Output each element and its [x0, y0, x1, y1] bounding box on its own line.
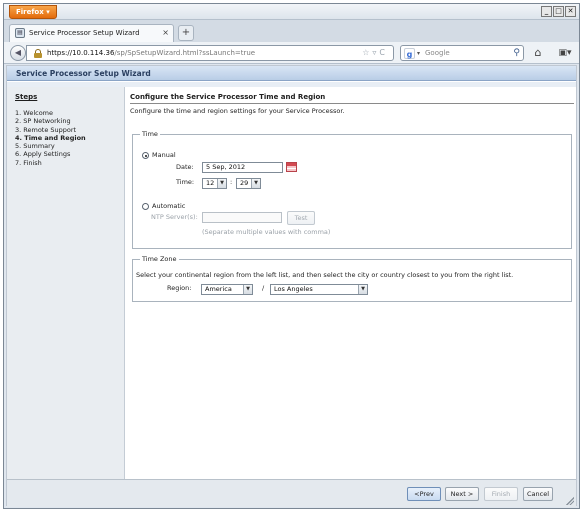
region-separator: /	[262, 284, 265, 292]
page-content: Service Processor Setup Wizard Steps 1. …	[6, 65, 577, 507]
reload-icon[interactable]: C	[379, 48, 388, 57]
google-icon[interactable]: g	[404, 48, 415, 59]
hour-select[interactable]: 12 ▼	[202, 178, 227, 189]
bookmark-star-icon[interactable]: ☆	[362, 48, 372, 57]
close-window-button[interactable]: ✕	[565, 6, 576, 17]
date-label: Date:	[176, 163, 194, 171]
chevron-down-icon: ▾	[46, 8, 50, 16]
url-text[interactable]: https://10.0.114.36/sp/SpSetupWizard.htm…	[47, 48, 255, 59]
region-label: Region:	[167, 284, 192, 292]
search-icon[interactable]: ⚲	[513, 47, 520, 59]
window-controls: _ □ ✕	[541, 6, 576, 17]
page-title: Configure the Service Processor Time and…	[130, 93, 326, 101]
region-value: America	[205, 285, 232, 293]
wizard-header: Service Processor Setup Wizard	[7, 66, 576, 81]
next-button[interactable]: Next >	[445, 487, 479, 501]
search-bar[interactable]: g ▾ Google ⚲	[400, 45, 524, 61]
automatic-label: Automatic	[152, 202, 186, 210]
tab-strip: ▤ Service Processor Setup Wizard × +	[4, 20, 579, 42]
back-button[interactable]: ◀	[10, 45, 26, 61]
date-field[interactable]: 5 Sep, 2012	[202, 162, 283, 173]
steps-sidebar: Steps 1. Welcome 2. SP Networking 3. Rem…	[7, 87, 125, 479]
region-select[interactable]: America ▼	[201, 284, 253, 295]
search-engine-dropdown-icon[interactable]: ▾	[417, 48, 420, 59]
hour-value: 12	[206, 179, 215, 187]
url-bar-icons: ☆▿C	[362, 47, 388, 59]
ntp-server-label: NTP Server(s):	[151, 213, 198, 221]
prev-button[interactable]: <Prev	[407, 487, 441, 501]
chevron-down-icon: ▼	[243, 285, 252, 294]
ntp-hint: (Separate multiple values with comma)	[202, 228, 331, 236]
manual-radio[interactable]	[142, 152, 149, 159]
resize-grip-icon[interactable]	[566, 497, 574, 505]
browser-window: Firefox ▾ _ □ ✕ ▤ Service Processor Setu…	[3, 3, 580, 509]
url-path: /sp/SpSetupWizard.html?ssLaunch=true	[114, 49, 256, 57]
minute-value: 29	[240, 179, 249, 187]
step-item-summary: 5. Summary	[15, 142, 55, 151]
wizard-title: Service Processor Setup Wizard	[16, 69, 151, 78]
minute-select[interactable]: 29 ▼	[236, 178, 261, 189]
wizard-footer: <Prev Next > Finish Cancel	[7, 479, 576, 507]
firefox-menu-button[interactable]: Firefox ▾	[9, 5, 57, 19]
automatic-radio[interactable]	[142, 203, 149, 210]
step-item-apply-settings: 6. Apply Settings	[15, 150, 71, 159]
test-button[interactable]: Test	[287, 211, 315, 225]
home-icon[interactable]: ⌂	[531, 46, 545, 60]
tab-close-icon[interactable]: ×	[162, 28, 169, 38]
minimize-button[interactable]: _	[541, 6, 552, 17]
time-zone-instruction: Select your continental region from the …	[136, 271, 514, 279]
time-fieldset: Time Manual Date: 5 Sep, 2012 Time: 12 ▼…	[132, 130, 572, 249]
search-input[interactable]: Google	[425, 48, 450, 59]
steps-list: 1. Welcome 2. SP Networking 3. Remote Su…	[15, 109, 86, 167]
time-separator: :	[230, 178, 233, 186]
time-legend: Time	[140, 130, 160, 139]
page-favicon-icon: ▤	[15, 28, 25, 38]
title-bar: Firefox ▾ _ □ ✕	[4, 4, 579, 20]
ntp-server-field[interactable]	[202, 212, 282, 223]
tab-title: Service Processor Setup Wizard	[29, 29, 140, 37]
step-item-welcome: 1. Welcome	[15, 109, 54, 117]
bookmarks-menu-icon[interactable]: ▣▾	[554, 46, 576, 60]
time-zone-legend: Time Zone	[140, 255, 179, 264]
chevron-down-icon: ▼	[251, 179, 260, 188]
time-label: Time:	[176, 178, 195, 186]
step-item-finish: 7. Finish	[15, 158, 42, 167]
steps-title: Steps	[15, 93, 38, 101]
navigation-bar: https://10.0.114.36/sp/SpSetupWizard.htm…	[4, 42, 579, 64]
cancel-button[interactable]: Cancel	[523, 487, 553, 501]
city-select[interactable]: Los Angeles ▼	[270, 284, 368, 295]
url-host: https://10.0.114.36	[47, 49, 115, 57]
chevron-down-icon: ▼	[358, 285, 367, 294]
step-item-remote-support: 3. Remote Support	[15, 125, 77, 134]
new-tab-button[interactable]: +	[178, 25, 194, 41]
city-value: Los Angeles	[274, 285, 313, 293]
chevron-down-icon: ▼	[217, 179, 226, 188]
step-item-sp-networking: 2. SP Networking	[15, 117, 71, 126]
main-panel: Configure the Service Processor Time and…	[126, 87, 576, 479]
calendar-icon[interactable]	[286, 162, 297, 172]
finish-button[interactable]: Finish	[484, 487, 518, 501]
step-item-time-and-region: 4. Time and Region	[15, 133, 86, 142]
url-bar[interactable]: https://10.0.114.36/sp/SpSetupWizard.htm…	[26, 45, 394, 61]
page-description: Configure the time and region settings f…	[130, 107, 345, 115]
back-arrow-icon: ◀	[14, 48, 22, 57]
firefox-menu-label: Firefox	[16, 8, 44, 16]
browser-tab[interactable]: ▤ Service Processor Setup Wizard ×	[9, 24, 174, 42]
manual-label: Manual	[152, 151, 176, 159]
time-zone-fieldset: Time Zone Select your continental region…	[132, 255, 572, 302]
title-divider	[130, 103, 574, 104]
lock-icon	[34, 49, 42, 58]
maximize-button[interactable]: □	[553, 6, 564, 17]
